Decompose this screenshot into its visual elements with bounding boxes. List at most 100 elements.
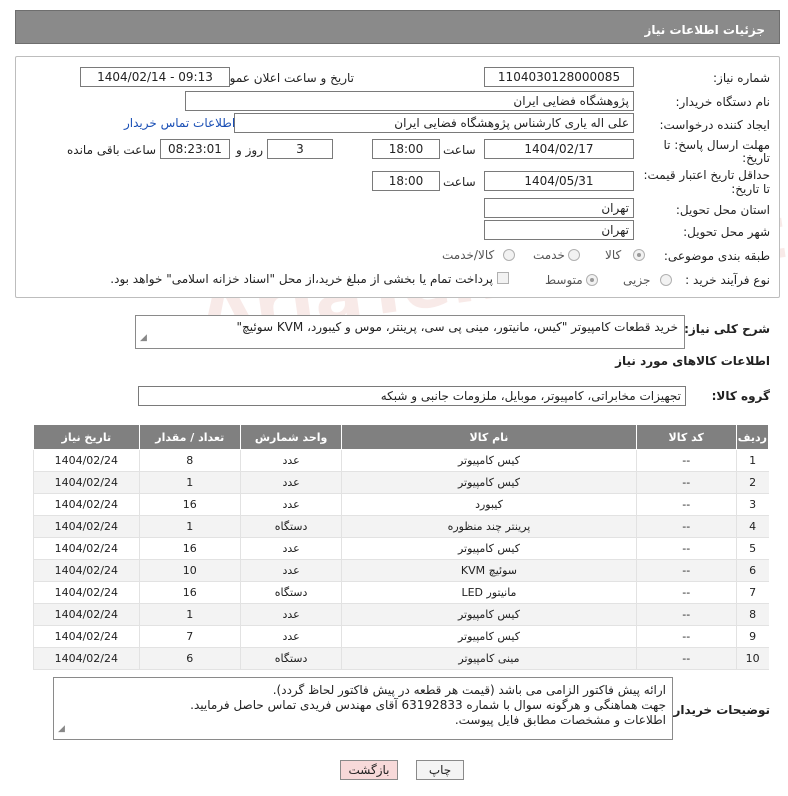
reply-deadline-label-2: تاریخ: <box>742 151 770 165</box>
delivery-city-label: شهر محل تحویل: <box>683 225 770 239</box>
delivery-province-field: تهران <box>484 198 634 218</box>
delivery-province-label: استان محل تحویل: <box>675 203 770 217</box>
cell-qty: 8 <box>138 449 241 472</box>
description-label: شرح کلی نیاز: <box>684 322 770 336</box>
creator-label: ایجاد کننده درخواست: <box>659 118 770 132</box>
print-button[interactable]: چاپ <box>416 760 464 780</box>
reply-deadline-time-field: 18:00 <box>372 139 440 159</box>
col-unit-header: واحد شمارش <box>239 424 343 450</box>
table-row: 2 -- کیس کامپیوتر عدد 1 1404/02/24 <box>33 471 769 494</box>
cell-name: کیس کامپیوتر <box>341 625 637 648</box>
cell-row: 9 <box>735 625 769 648</box>
table-row: 9 -- کیس کامپیوتر عدد 7 1404/02/24 <box>33 625 769 648</box>
goods-group-label: گروه کالا: <box>711 389 770 403</box>
cell-unit: دستگاه <box>239 515 342 538</box>
cell-qty: 1 <box>138 515 241 538</box>
remaining-time-label: ساعت باقی مانده <box>67 143 157 157</box>
cell-date: 1404/02/24 <box>33 625 140 648</box>
description-textarea[interactable]: خرید قطعات کامپیوتر "کیس، مانیتور، مینی … <box>135 315 685 349</box>
category-radio-goods[interactable] <box>633 249 645 261</box>
buyer-notes-line-1: ارائه پیش فاکتور الزامی می باشد (قیمت هر… <box>272 683 666 697</box>
price-validity-time-field: 18:00 <box>372 171 440 191</box>
creator-field: علی اله یاری کارشناس پژوهشگاه فضایی ایرا… <box>234 113 634 133</box>
price-validity-date-field: 1404/05/31 <box>484 171 634 191</box>
resize-grip-icon[interactable]: ◢ <box>140 331 147 346</box>
cell-code: -- <box>635 625 737 648</box>
cell-row: 2 <box>735 471 769 494</box>
cell-name: پرینتر چند منظوره <box>341 515 637 538</box>
category-radio-goods-service[interactable] <box>503 249 515 261</box>
cell-date: 1404/02/24 <box>33 449 140 472</box>
buyer-notes-textarea[interactable]: ارائه پیش فاکتور الزامی می باشد (قیمت هر… <box>53 677 673 740</box>
cell-code: -- <box>635 449 737 472</box>
announce-datetime-label: تاریخ و ساعت اعلان عمومی: <box>209 71 354 85</box>
buyer-org-field: پژوهشگاه فضایی ایران <box>185 91 634 111</box>
cell-code: -- <box>635 537 737 560</box>
cell-qty: 16 <box>138 537 241 560</box>
cell-qty: 16 <box>138 581 241 604</box>
cell-row: 10 <box>735 647 769 670</box>
need-number-field: 1104030128000085 <box>484 67 634 87</box>
cell-date: 1404/02/24 <box>33 537 140 560</box>
cell-unit: عدد <box>239 625 342 648</box>
cell-unit: عدد <box>239 493 342 516</box>
reply-deadline-days-label: روز و <box>236 143 263 157</box>
cell-unit: عدد <box>239 603 342 626</box>
cell-date: 1404/02/24 <box>33 471 140 494</box>
table-row: 7 -- مانیتور LED دستگاه 16 1404/02/24 <box>33 581 769 604</box>
cell-code: -- <box>635 471 737 494</box>
table-row: 1 -- کیس کامپیوتر عدد 8 1404/02/24 <box>33 449 769 472</box>
page-title: جزئیات اطلاعات نیاز <box>644 23 765 37</box>
reply-deadline-time-label: ساعت <box>443 143 476 157</box>
category-option-goods: کالا <box>605 248 622 262</box>
price-validity-time-label: ساعت <box>443 175 476 189</box>
resize-grip-icon[interactable]: ◢ <box>58 722 65 737</box>
goods-group-field: تجهیزات مخابراتی، کامپیوتر، موبایل، ملزو… <box>138 386 686 406</box>
category-radio-service[interactable] <box>568 249 580 261</box>
category-option-service: خدمت <box>533 248 565 262</box>
table-row: 5 -- کیس کامپیوتر عدد 16 1404/02/24 <box>33 537 769 560</box>
cell-qty: 1 <box>138 471 241 494</box>
cell-name: کیبورد <box>341 493 637 516</box>
cell-code: -- <box>635 647 737 670</box>
cell-row: 1 <box>735 449 769 472</box>
buyer-notes-label: توضیحات خریدار: <box>668 703 770 717</box>
process-radio-medium[interactable] <box>586 274 598 286</box>
cell-name: مانیتور LED <box>341 581 637 604</box>
buyer-contact-link[interactable]: اطلاعات تماس خریدار <box>124 116 235 130</box>
cell-date: 1404/02/24 <box>33 647 140 670</box>
cell-qty: 16 <box>138 493 241 516</box>
process-radio-minor[interactable] <box>660 274 672 286</box>
cell-unit: عدد <box>239 449 342 472</box>
cell-code: -- <box>635 559 737 582</box>
table-row: 10 -- مینی کامپیوتر دستگاه 6 1404/02/24 <box>33 647 769 670</box>
cell-unit: عدد <box>239 471 342 494</box>
need-number-label: شماره نیاز: <box>713 71 770 85</box>
page-header: جزئیات اطلاعات نیاز <box>15 10 780 44</box>
cell-code: -- <box>635 493 737 516</box>
cell-qty: 1 <box>138 603 241 626</box>
cell-unit: دستگاه <box>239 581 342 604</box>
cell-row: 8 <box>735 603 769 626</box>
cell-name: سوئیچ KVM <box>341 559 637 582</box>
cell-date: 1404/02/24 <box>33 493 140 516</box>
cell-name: مینی کامپیوتر <box>341 647 637 670</box>
cell-unit: عدد <box>239 559 342 582</box>
col-date-header: تاریخ نیاز <box>33 424 140 450</box>
buyer-notes-line-2: جهت هماهنگی و هرگونه سوال با شماره 63192… <box>190 698 666 712</box>
cell-qty: 10 <box>138 559 241 582</box>
back-button[interactable]: بازگشت <box>340 760 398 780</box>
announce-datetime-field: 1404/02/14 - 09:13 <box>80 67 230 87</box>
col-code-header: کد کالا <box>635 424 737 450</box>
reply-deadline-date-field: 1404/02/17 <box>484 139 634 159</box>
cell-date: 1404/02/24 <box>33 603 140 626</box>
table-row: 6 -- سوئیچ KVM عدد 10 1404/02/24 <box>33 559 769 582</box>
treasury-payment-checkbox[interactable] <box>497 272 509 284</box>
price-validity-label: حداقل تاریخ اعتبار قیمت: <box>643 168 770 182</box>
cell-code: -- <box>635 603 737 626</box>
process-option-medium: متوسط <box>545 273 583 287</box>
table-row: 3 -- کیبورد عدد 16 1404/02/24 <box>33 493 769 516</box>
cell-date: 1404/02/24 <box>33 581 140 604</box>
col-name-header: نام کالا <box>341 424 637 450</box>
table-row: 4 -- پرینتر چند منظوره دستگاه 1 1404/02/24 <box>33 515 769 538</box>
